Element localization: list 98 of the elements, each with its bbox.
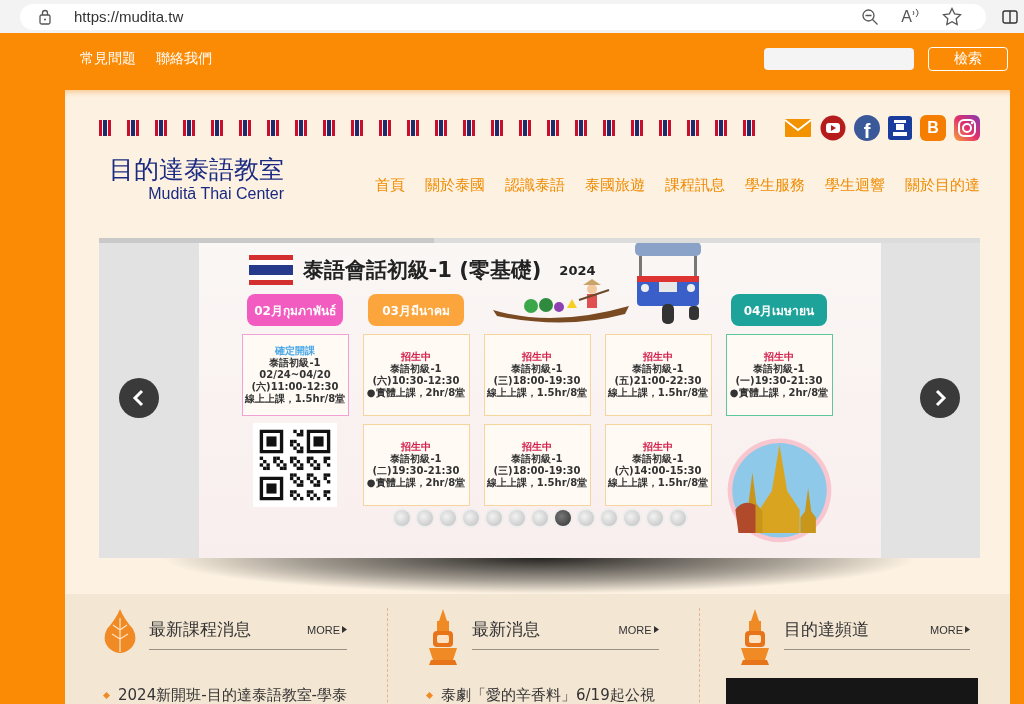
chevron-right-icon <box>933 389 947 407</box>
section-title: 最新課程消息 <box>149 618 251 641</box>
top-link[interactable]: 常見問題 <box>80 50 136 68</box>
carousel-dot[interactable] <box>623 510 640 526</box>
course-name: 泰語初級-1 <box>390 363 442 375</box>
class-mode: 線上上課，1.5hr/8堂 <box>486 387 588 399</box>
more-link[interactable]: MORE <box>930 623 970 636</box>
course-name: 泰語初級-1 <box>511 363 563 375</box>
month-label: 04月เมษายน <box>731 294 827 326</box>
triangle-right-icon <box>653 626 659 633</box>
nav-link[interactable]: 學生服務 <box>745 176 805 195</box>
building-icon[interactable] <box>888 116 912 140</box>
course-name: 泰語初級-1 <box>753 363 805 375</box>
carousel-dot[interactable] <box>577 510 594 526</box>
nav-link[interactable]: 認識泰語 <box>505 176 565 195</box>
more-link[interactable]: MORE <box>618 623 659 636</box>
nav-link[interactable]: 首頁 <box>375 176 405 195</box>
news-link[interactable]: 2024新開班-目的達泰語教室-學泰 <box>118 686 347 704</box>
status-label: 招生中 <box>764 351 794 363</box>
logo-subtitle: Muditā Thai Center <box>148 185 284 203</box>
month-label: 02月กุมภาพันธ์ <box>247 294 343 326</box>
read-aloud-button[interactable]: A <box>901 7 920 26</box>
status-label: 招生中 <box>522 351 552 363</box>
leaf-icon <box>103 608 137 654</box>
class-time: (一)19:30-21:30 <box>735 375 823 387</box>
carousel-dot[interactable] <box>416 510 433 526</box>
class-time: (六)10:30-12:30 <box>372 375 460 387</box>
next-slide-button[interactable] <box>920 378 960 418</box>
split-screen-icon[interactable] <box>1002 8 1018 25</box>
class-time: (三)18:00-19:30 <box>493 375 581 387</box>
address-bar[interactable]: https://mudita.tw A <box>20 3 986 30</box>
lock-icon <box>38 8 52 25</box>
class-mode: ●實體上課，2hr/8堂 <box>366 387 466 399</box>
flag-icon <box>248 255 293 285</box>
chevron-left-icon <box>132 389 146 407</box>
carousel-dot[interactable] <box>646 510 663 526</box>
class-time: (六)14:00-15:30 <box>614 465 702 477</box>
url-text: https://mudita.tw <box>74 8 184 25</box>
class-mode: 線上上課，1.5hr/8堂 <box>244 393 346 405</box>
carousel-dot[interactable] <box>600 510 617 526</box>
class-time: (三)18:00-19:30 <box>493 465 581 477</box>
section-title: 最新消息 <box>472 618 540 641</box>
status-label: 確定開課 <box>275 345 315 357</box>
logo-title[interactable]: 目的達泰語教室 <box>109 155 284 185</box>
facebook-icon[interactable]: f <box>854 115 880 141</box>
class-time: (二)19:30-21:30 <box>372 465 460 477</box>
carousel-dot[interactable] <box>439 510 456 526</box>
sound-wave-icon <box>912 7 920 18</box>
more-link[interactable]: MORE <box>307 623 347 636</box>
class-mode: 線上上課，1.5hr/8堂 <box>607 477 709 489</box>
carousel-dot[interactable] <box>485 510 502 526</box>
triangle-right-icon <box>342 626 347 633</box>
class-time: (六)11:00-12:30 <box>251 381 339 393</box>
bullet-icon <box>103 692 110 699</box>
status-label: 招生中 <box>643 351 673 363</box>
section-title: 目的達頻道 <box>783 618 869 641</box>
status-label: 招生中 <box>401 441 431 453</box>
triangle-right-icon <box>965 626 970 633</box>
class-mode: 線上上課，1.5hr/8堂 <box>486 477 588 489</box>
course-name: 泰語初級-1 <box>632 453 684 465</box>
carousel-dot[interactable] <box>462 510 479 526</box>
class-time: (五)21:00-22:30 <box>614 375 702 387</box>
carousel-dot[interactable] <box>554 510 571 526</box>
slide-year: 2024 <box>559 262 596 278</box>
envelope-icon[interactable] <box>784 118 812 138</box>
slide-heading: 泰語會話初級-1 (零基礎) <box>302 257 542 284</box>
nav-link[interactable]: 關於泰國 <box>425 176 485 195</box>
class-mode: ●實體上課，2hr/8堂 <box>366 477 466 489</box>
star-icon[interactable] <box>942 7 962 26</box>
blog-icon[interactable]: B <box>920 115 946 141</box>
carousel-dot[interactable] <box>531 510 548 526</box>
previous-slide-button[interactable] <box>119 378 159 418</box>
class-mode: 線上上課，1.5hr/8堂 <box>607 387 709 399</box>
nav-link[interactable]: 學生迴響 <box>825 176 885 195</box>
carousel-dot[interactable] <box>508 510 525 526</box>
class-mode: ●實體上課，2hr/8堂 <box>729 387 829 399</box>
search-field[interactable] <box>764 48 914 70</box>
search-button[interactable]: 檢索 <box>928 47 1008 71</box>
nav-link[interactable]: 關於目的達 <box>905 176 980 195</box>
course-name: 泰語初級-1 <box>390 453 442 465</box>
date-range: 02/24~04/20 <box>259 369 331 381</box>
top-link[interactable]: 聯絡我們 <box>156 50 212 68</box>
course-name: 泰語初級-1 <box>269 357 321 369</box>
bullet-icon <box>426 692 433 699</box>
nav-link[interactable]: 課程訊息 <box>665 176 725 195</box>
course-name: 泰語初級-1 <box>511 453 563 465</box>
status-label: 招生中 <box>522 441 552 453</box>
status-label: 招生中 <box>401 351 431 363</box>
nav-link[interactable]: 泰國旅遊 <box>585 176 645 195</box>
month-label: 03月มีนาคม <box>368 294 464 326</box>
camera-icon[interactable] <box>954 115 980 141</box>
news-link[interactable]: 泰劇「愛的辛香料」6/19起公視 <box>441 686 655 704</box>
play-icon[interactable] <box>820 115 846 141</box>
zoom-out-icon[interactable] <box>861 7 880 26</box>
course-name: 泰語初級-1 <box>632 363 684 375</box>
carousel-dot[interactable] <box>393 510 410 526</box>
carousel-dot[interactable] <box>669 510 686 526</box>
status-label: 招生中 <box>643 441 673 453</box>
